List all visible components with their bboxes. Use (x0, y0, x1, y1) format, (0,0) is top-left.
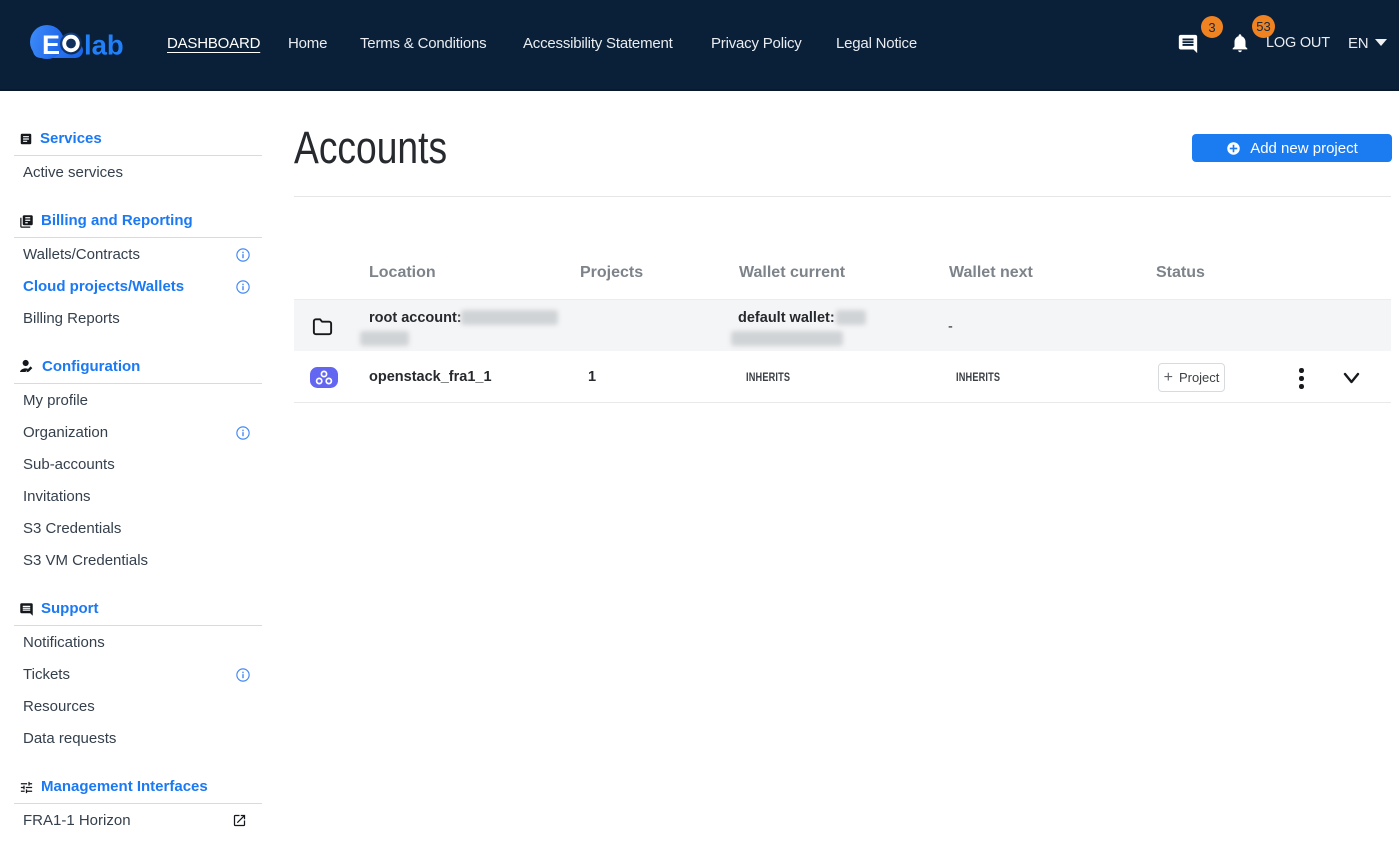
svg-text:lab: lab (84, 30, 124, 61)
svg-text:E: E (42, 30, 59, 60)
